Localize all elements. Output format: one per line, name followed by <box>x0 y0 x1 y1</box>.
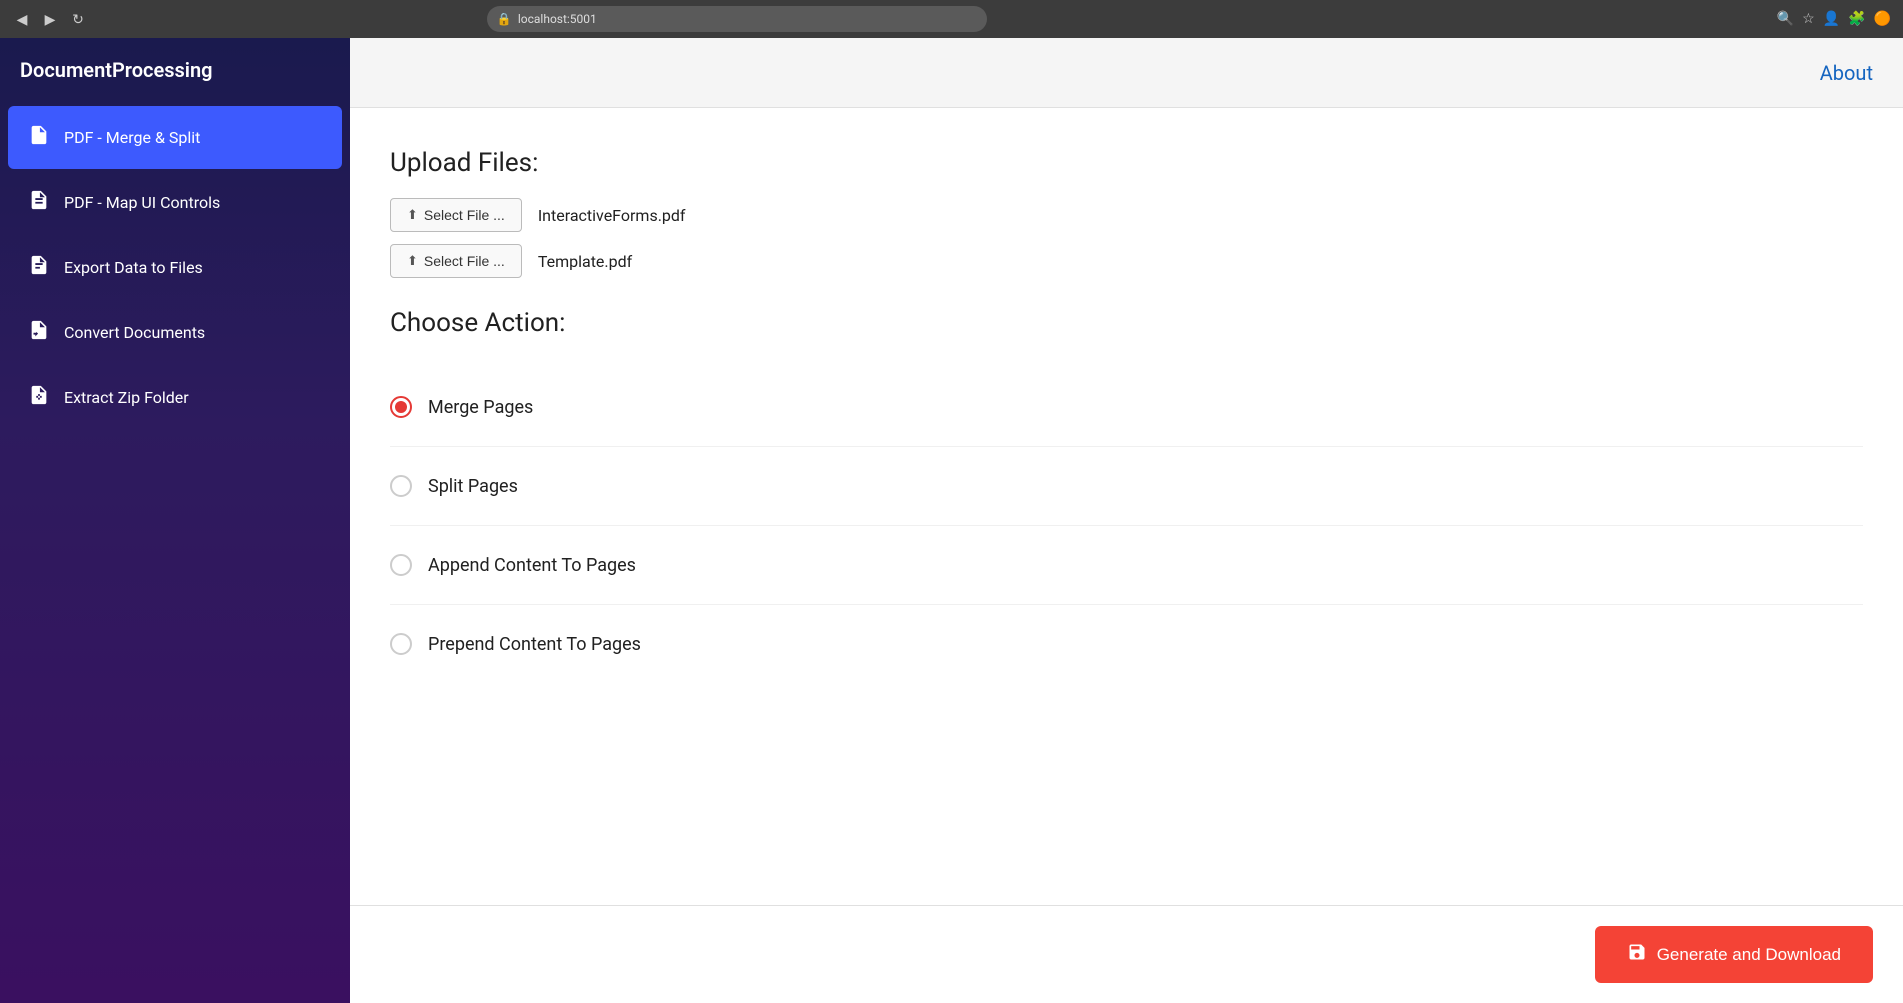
url-text: localhost:5001 <box>518 12 597 26</box>
radio-option-prepend-content[interactable]: Prepend Content To Pages <box>390 605 1863 683</box>
upload-icon-2: ⬆ <box>407 253 418 269</box>
forward-button[interactable]: ▶ <box>40 9 60 29</box>
extract-zip-icon <box>28 384 50 411</box>
sidebar: DocumentProcessing PDF - Merge & Split P… <box>0 38 350 1003</box>
generate-btn-label: Generate and Download <box>1657 945 1841 965</box>
content-area: Upload Files: ⬆ Select File ... Interact… <box>350 108 1903 1003</box>
file-upload-row-1: ⬆ Select File ... InteractiveForms.pdf <box>390 198 1863 232</box>
radio-label-prepend-content: Prepend Content To Pages <box>428 634 641 655</box>
export-data-icon <box>28 254 50 281</box>
sidebar-item-label-pdf-merge-split: PDF - Merge & Split <box>64 128 200 147</box>
bottom-action-bar: Generate and Download <box>350 905 1903 1003</box>
app-title: DocumentProcessing <box>0 58 350 106</box>
about-link[interactable]: About <box>1820 61 1873 85</box>
file-upload-group: ⬆ Select File ... InteractiveForms.pdf ⬆… <box>390 198 1863 278</box>
sidebar-item-label-export-data: Export Data to Files <box>64 258 203 277</box>
sidebar-item-label-extract-zip: Extract Zip Folder <box>64 388 189 407</box>
radio-label-append-content: Append Content To Pages <box>428 555 636 576</box>
action-section-title: Choose Action: <box>390 308 1863 338</box>
generate-download-button[interactable]: Generate and Download <box>1595 926 1873 983</box>
sidebar-item-pdf-merge-split[interactable]: PDF - Merge & Split <box>8 106 342 169</box>
main-content: About Upload Files: ⬆ Select File ... In… <box>350 38 1903 1003</box>
url-bar[interactable]: 🔒 localhost:5001 <box>487 6 987 32</box>
radio-option-append-content[interactable]: Append Content To Pages <box>390 526 1863 605</box>
upload-icon-1: ⬆ <box>407 207 418 223</box>
radio-circle-merge-pages <box>390 396 412 418</box>
avatar-icon[interactable]: 🟠 <box>1874 11 1891 27</box>
upload-section-title: Upload Files: <box>390 148 1863 178</box>
app-container: DocumentProcessing PDF - Merge & Split P… <box>0 38 1903 1003</box>
convert-docs-icon <box>28 319 50 346</box>
generate-btn-icon <box>1627 942 1647 967</box>
back-button[interactable]: ◀ <box>12 9 32 29</box>
sidebar-item-label-convert-docs: Convert Documents <box>64 323 205 342</box>
radio-circle-append-content <box>390 554 412 576</box>
pdf-map-ui-icon <box>28 189 50 216</box>
lock-icon: 🔒 <box>497 12 512 26</box>
select-file-btn-2-label: Select File ... <box>424 253 505 269</box>
file-upload-row-2: ⬆ Select File ... Template.pdf <box>390 244 1863 278</box>
radio-circle-prepend-content <box>390 633 412 655</box>
refresh-button[interactable]: ↻ <box>68 9 88 29</box>
file-name-1: InteractiveForms.pdf <box>538 206 686 225</box>
browser-chrome: ◀ ▶ ↻ 🔒 localhost:5001 🔍 ☆ 👤 🧩 🟠 <box>0 0 1903 38</box>
select-file-btn-1-label: Select File ... <box>424 207 505 223</box>
sidebar-item-convert-docs[interactable]: Convert Documents <box>8 301 342 364</box>
zoom-icon[interactable]: 🔍 <box>1777 11 1794 27</box>
radio-label-split-pages: Split Pages <box>428 476 518 497</box>
star-icon[interactable]: ☆ <box>1802 11 1815 27</box>
sidebar-item-export-data[interactable]: Export Data to Files <box>8 236 342 299</box>
top-nav: About <box>350 38 1903 108</box>
radio-option-merge-pages[interactable]: Merge Pages <box>390 368 1863 447</box>
radio-option-split-pages[interactable]: Split Pages <box>390 447 1863 526</box>
sidebar-nav: PDF - Merge & Split PDF - Map UI Control… <box>0 106 350 429</box>
pdf-merge-split-icon <box>28 124 50 151</box>
sidebar-item-label-pdf-map-ui: PDF - Map UI Controls <box>64 193 220 212</box>
sidebar-item-pdf-map-ui[interactable]: PDF - Map UI Controls <box>8 171 342 234</box>
file-name-2: Template.pdf <box>538 252 632 271</box>
radio-options: Merge Pages Split Pages Append Content T… <box>390 368 1863 683</box>
select-file-btn-1[interactable]: ⬆ Select File ... <box>390 198 522 232</box>
browser-actions: 🔍 ☆ 👤 🧩 🟠 <box>1777 11 1891 27</box>
extension-icon[interactable]: 🧩 <box>1848 11 1865 27</box>
select-file-btn-2[interactable]: ⬆ Select File ... <box>390 244 522 278</box>
profile-icon[interactable]: 👤 <box>1823 11 1840 27</box>
radio-label-merge-pages: Merge Pages <box>428 397 533 418</box>
sidebar-item-extract-zip[interactable]: Extract Zip Folder <box>8 366 342 429</box>
radio-circle-split-pages <box>390 475 412 497</box>
